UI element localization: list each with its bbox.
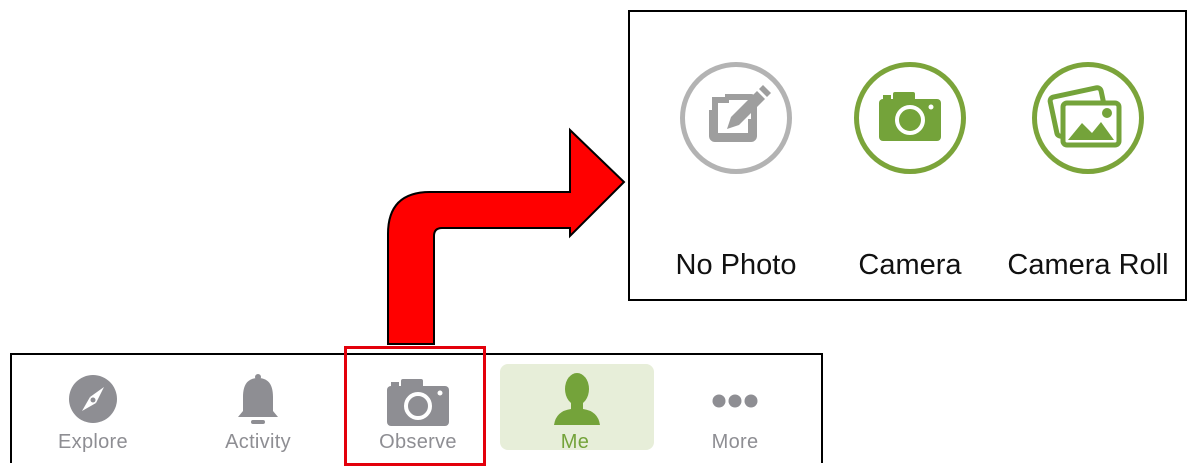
photo-gallery-icon: [1032, 62, 1144, 174]
ellipsis-icon: [700, 369, 770, 429]
tab-activity-label: Activity: [225, 431, 291, 453]
tab-activity[interactable]: Activity: [183, 355, 333, 455]
camera-roll-option[interactable]: Camera Roll: [1003, 12, 1173, 303]
person-icon: [542, 369, 612, 429]
bell-icon: [223, 369, 293, 429]
tab-explore[interactable]: Explore: [18, 355, 168, 455]
no-photo-option[interactable]: No Photo: [651, 12, 821, 303]
tab-more[interactable]: More: [660, 355, 810, 455]
tab-me[interactable]: Me: [500, 355, 654, 455]
edit-square-icon: [680, 62, 792, 174]
camera-roll-label: Camera Roll: [1007, 249, 1169, 281]
camera-icon: [854, 62, 966, 174]
observe-highlight-box: [344, 346, 486, 466]
tab-me-label: Me: [560, 431, 590, 453]
compass-icon: [58, 369, 128, 429]
camera-option[interactable]: Camera: [825, 12, 995, 303]
photo-source-panel: No Photo Camera Camera Roll: [628, 10, 1187, 301]
tab-more-label: More: [711, 431, 759, 453]
tab-explore-label: Explore: [58, 431, 128, 453]
red-arrow-annotation: [387, 127, 626, 345]
